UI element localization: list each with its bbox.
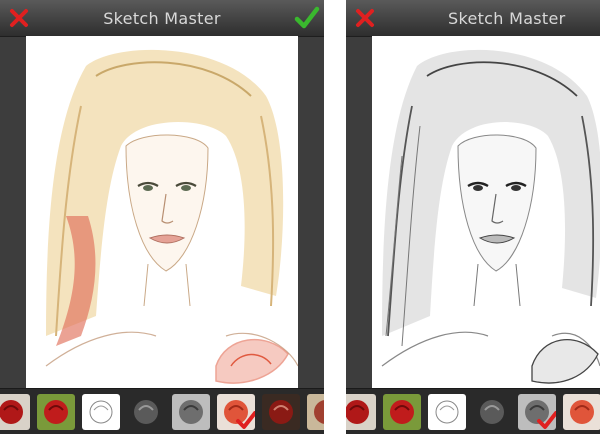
selected-check-icon [537, 411, 556, 429]
red-rose-green-bg-icon [37, 394, 75, 430]
red-rose-icon [0, 394, 30, 430]
filter-outline-sketch[interactable] [82, 394, 120, 430]
filter-color-pencil[interactable] [563, 394, 600, 430]
pencil-sketch-portrait [372, 36, 600, 388]
filter-color-pencil[interactable] [217, 394, 255, 430]
filter-dark-pencil[interactable] [127, 394, 165, 430]
checkmark-icon[interactable] [294, 6, 320, 30]
red-rose-green-bg-icon [383, 394, 421, 430]
title-bar: Sketch Master [0, 0, 324, 37]
filter-dark-color[interactable] [262, 394, 300, 430]
screen-color-sketch: Sketch Master [0, 0, 324, 434]
rose-outline-icon [82, 394, 120, 430]
red-rose-icon [346, 394, 376, 430]
filter-strip [346, 388, 600, 434]
filter-color-rose[interactable] [0, 394, 30, 430]
rose-outline-icon [428, 394, 466, 430]
photo-canvas[interactable] [26, 36, 298, 388]
gray-rose-icon [172, 394, 210, 430]
filter-strip [0, 388, 324, 434]
photo-canvas[interactable] [372, 36, 600, 388]
app-title: Sketch Master [103, 9, 221, 28]
filter-gray-pencil[interactable] [518, 394, 556, 430]
color-sketch-portrait [26, 36, 298, 388]
selected-check-icon [236, 411, 255, 429]
orange-rose-icon [563, 394, 600, 430]
filter-color-rose-green[interactable] [37, 394, 75, 430]
close-x-icon[interactable] [354, 7, 376, 29]
filter-gray-pencil[interactable] [172, 394, 210, 430]
screen-pencil-sketch: Sketch Master [346, 0, 600, 434]
filter-color-rose-green[interactable] [383, 394, 421, 430]
filter-dark-pencil[interactable] [473, 394, 511, 430]
deep-red-rose-icon [262, 394, 300, 430]
filter-color-rose[interactable] [346, 394, 376, 430]
filter-outline-sketch[interactable] [428, 394, 466, 430]
rose-icon [307, 394, 324, 430]
gray-rose-dark-icon [127, 394, 165, 430]
gray-rose-dark-icon [473, 394, 511, 430]
filter-partial[interactable] [307, 394, 324, 430]
title-bar: Sketch Master [346, 0, 600, 37]
app-title: Sketch Master [448, 9, 566, 28]
